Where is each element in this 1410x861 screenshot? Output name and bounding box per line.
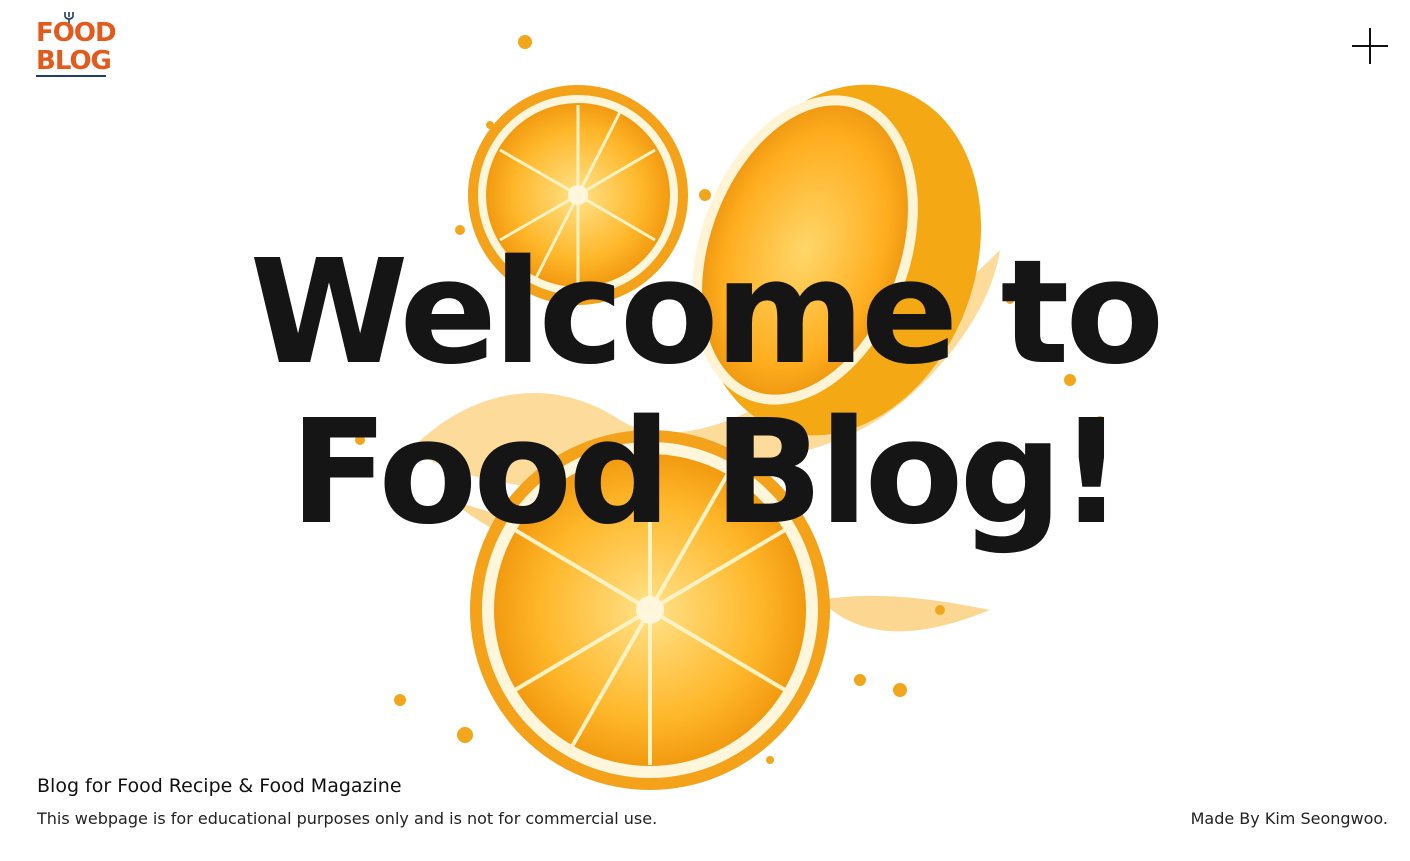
hero-title-line2: Food Blog!	[289, 388, 1124, 556]
hero-title: Welcome to Food Blog!	[200, 232, 1210, 552]
disclaimer-text: This webpage is for educational purposes…	[37, 809, 658, 828]
site-logo[interactable]: FOOD BLOG	[36, 12, 117, 80]
menu-button[interactable]	[1352, 28, 1388, 64]
author-credit: Made By Kim Seongwoo.	[1190, 809, 1388, 828]
logo-text-blog: BLOG	[36, 46, 112, 76]
logo-underline	[36, 75, 106, 77]
site-tagline: Blog for Food Recipe & Food Magazine	[37, 775, 402, 797]
hero-title-line1: Welcome to	[249, 228, 1165, 396]
logo-text-food: FOOD	[36, 18, 117, 48]
